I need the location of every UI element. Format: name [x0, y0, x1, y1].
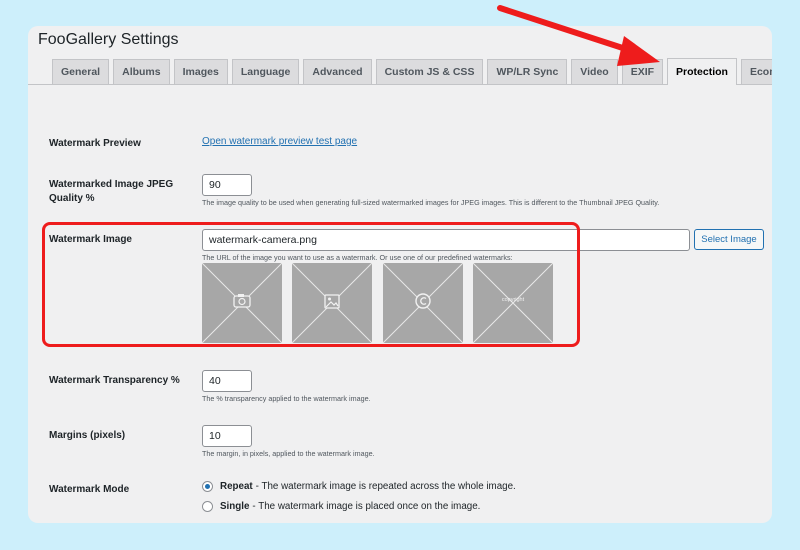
tab-albums[interactable]: Albums [113, 59, 170, 84]
copyright-text-icon [473, 263, 553, 343]
mode-option-single[interactable]: Single - The watermark image is placed o… [202, 501, 480, 512]
copyright-text-label: copyright [501, 297, 525, 303]
single-option-description: - The watermark image is placed once on … [252, 501, 481, 512]
single-option-name: Single [220, 501, 250, 512]
tab-video[interactable]: Video [571, 59, 618, 84]
transparency-input[interactable]: 40 [202, 370, 252, 392]
tab-ecommerce[interactable]: Ecommerce [740, 59, 772, 84]
camera-icon [202, 263, 282, 343]
tab-exif[interactable]: EXIF [621, 59, 664, 84]
copyright-icon [383, 263, 463, 343]
settings-tabs: General Albums Images Language Advanced … [52, 58, 772, 85]
page-title: FooGallery Settings [38, 31, 179, 48]
repeat-radio[interactable] [202, 481, 213, 492]
watermark-preview-link[interactable]: Open watermark preview test page [202, 136, 357, 147]
predefined-watermark-copyright-text[interactable]: copyright [473, 263, 553, 343]
margins-input[interactable]: 10 [202, 425, 252, 447]
repeat-option-name: Repeat [220, 481, 253, 492]
transparency-label: Watermark Transparency % [49, 375, 180, 386]
watermark-preview-label: Watermark Preview [49, 138, 141, 149]
single-radio[interactable] [202, 501, 213, 512]
tab-images[interactable]: Images [173, 59, 228, 84]
predefined-watermark-camera[interactable] [202, 263, 282, 343]
select-image-button[interactable]: Select Image [694, 229, 764, 250]
jpeg-quality-input[interactable]: 90 [202, 174, 252, 196]
margins-description: The margin, in pixels, applied to the wa… [202, 449, 375, 458]
mode-option-repeat[interactable]: Repeat - The watermark image is repeated… [202, 481, 516, 492]
repeat-option-description: - The watermark image is repeated across… [255, 481, 516, 492]
margins-label: Margins (pixels) [49, 430, 126, 441]
picture-icon [292, 263, 372, 343]
predefined-watermark-copyright-symbol[interactable] [383, 263, 463, 343]
tab-wplr-sync[interactable]: WP/LR Sync [487, 59, 568, 84]
tab-general[interactable]: General [52, 59, 110, 84]
tab-protection[interactable]: Protection [667, 58, 737, 85]
tab-language[interactable]: Language [231, 59, 300, 84]
watermark-mode-label: Watermark Mode [49, 484, 130, 495]
watermark-image-description: The URL of the image you want to use as … [202, 253, 513, 262]
tab-custom-js-css[interactable]: Custom JS & CSS [375, 59, 484, 84]
watermark-image-url-input[interactable]: watermark-camera.png [202, 229, 690, 251]
predefined-watermark-picture[interactable] [292, 263, 372, 343]
jpeg-quality-description: The image quality to be used when genera… [202, 198, 660, 207]
transparency-description: The % transparency applied to the waterm… [202, 394, 371, 403]
watermark-image-label: Watermark Image [49, 234, 132, 245]
tabs-divider [28, 84, 772, 85]
jpeg-quality-label: Watermarked Image JPEG Quality % [49, 179, 174, 204]
settings-panel: FooGallery Settings General Albums Image… [28, 26, 772, 523]
tab-advanced[interactable]: Advanced [303, 59, 372, 84]
